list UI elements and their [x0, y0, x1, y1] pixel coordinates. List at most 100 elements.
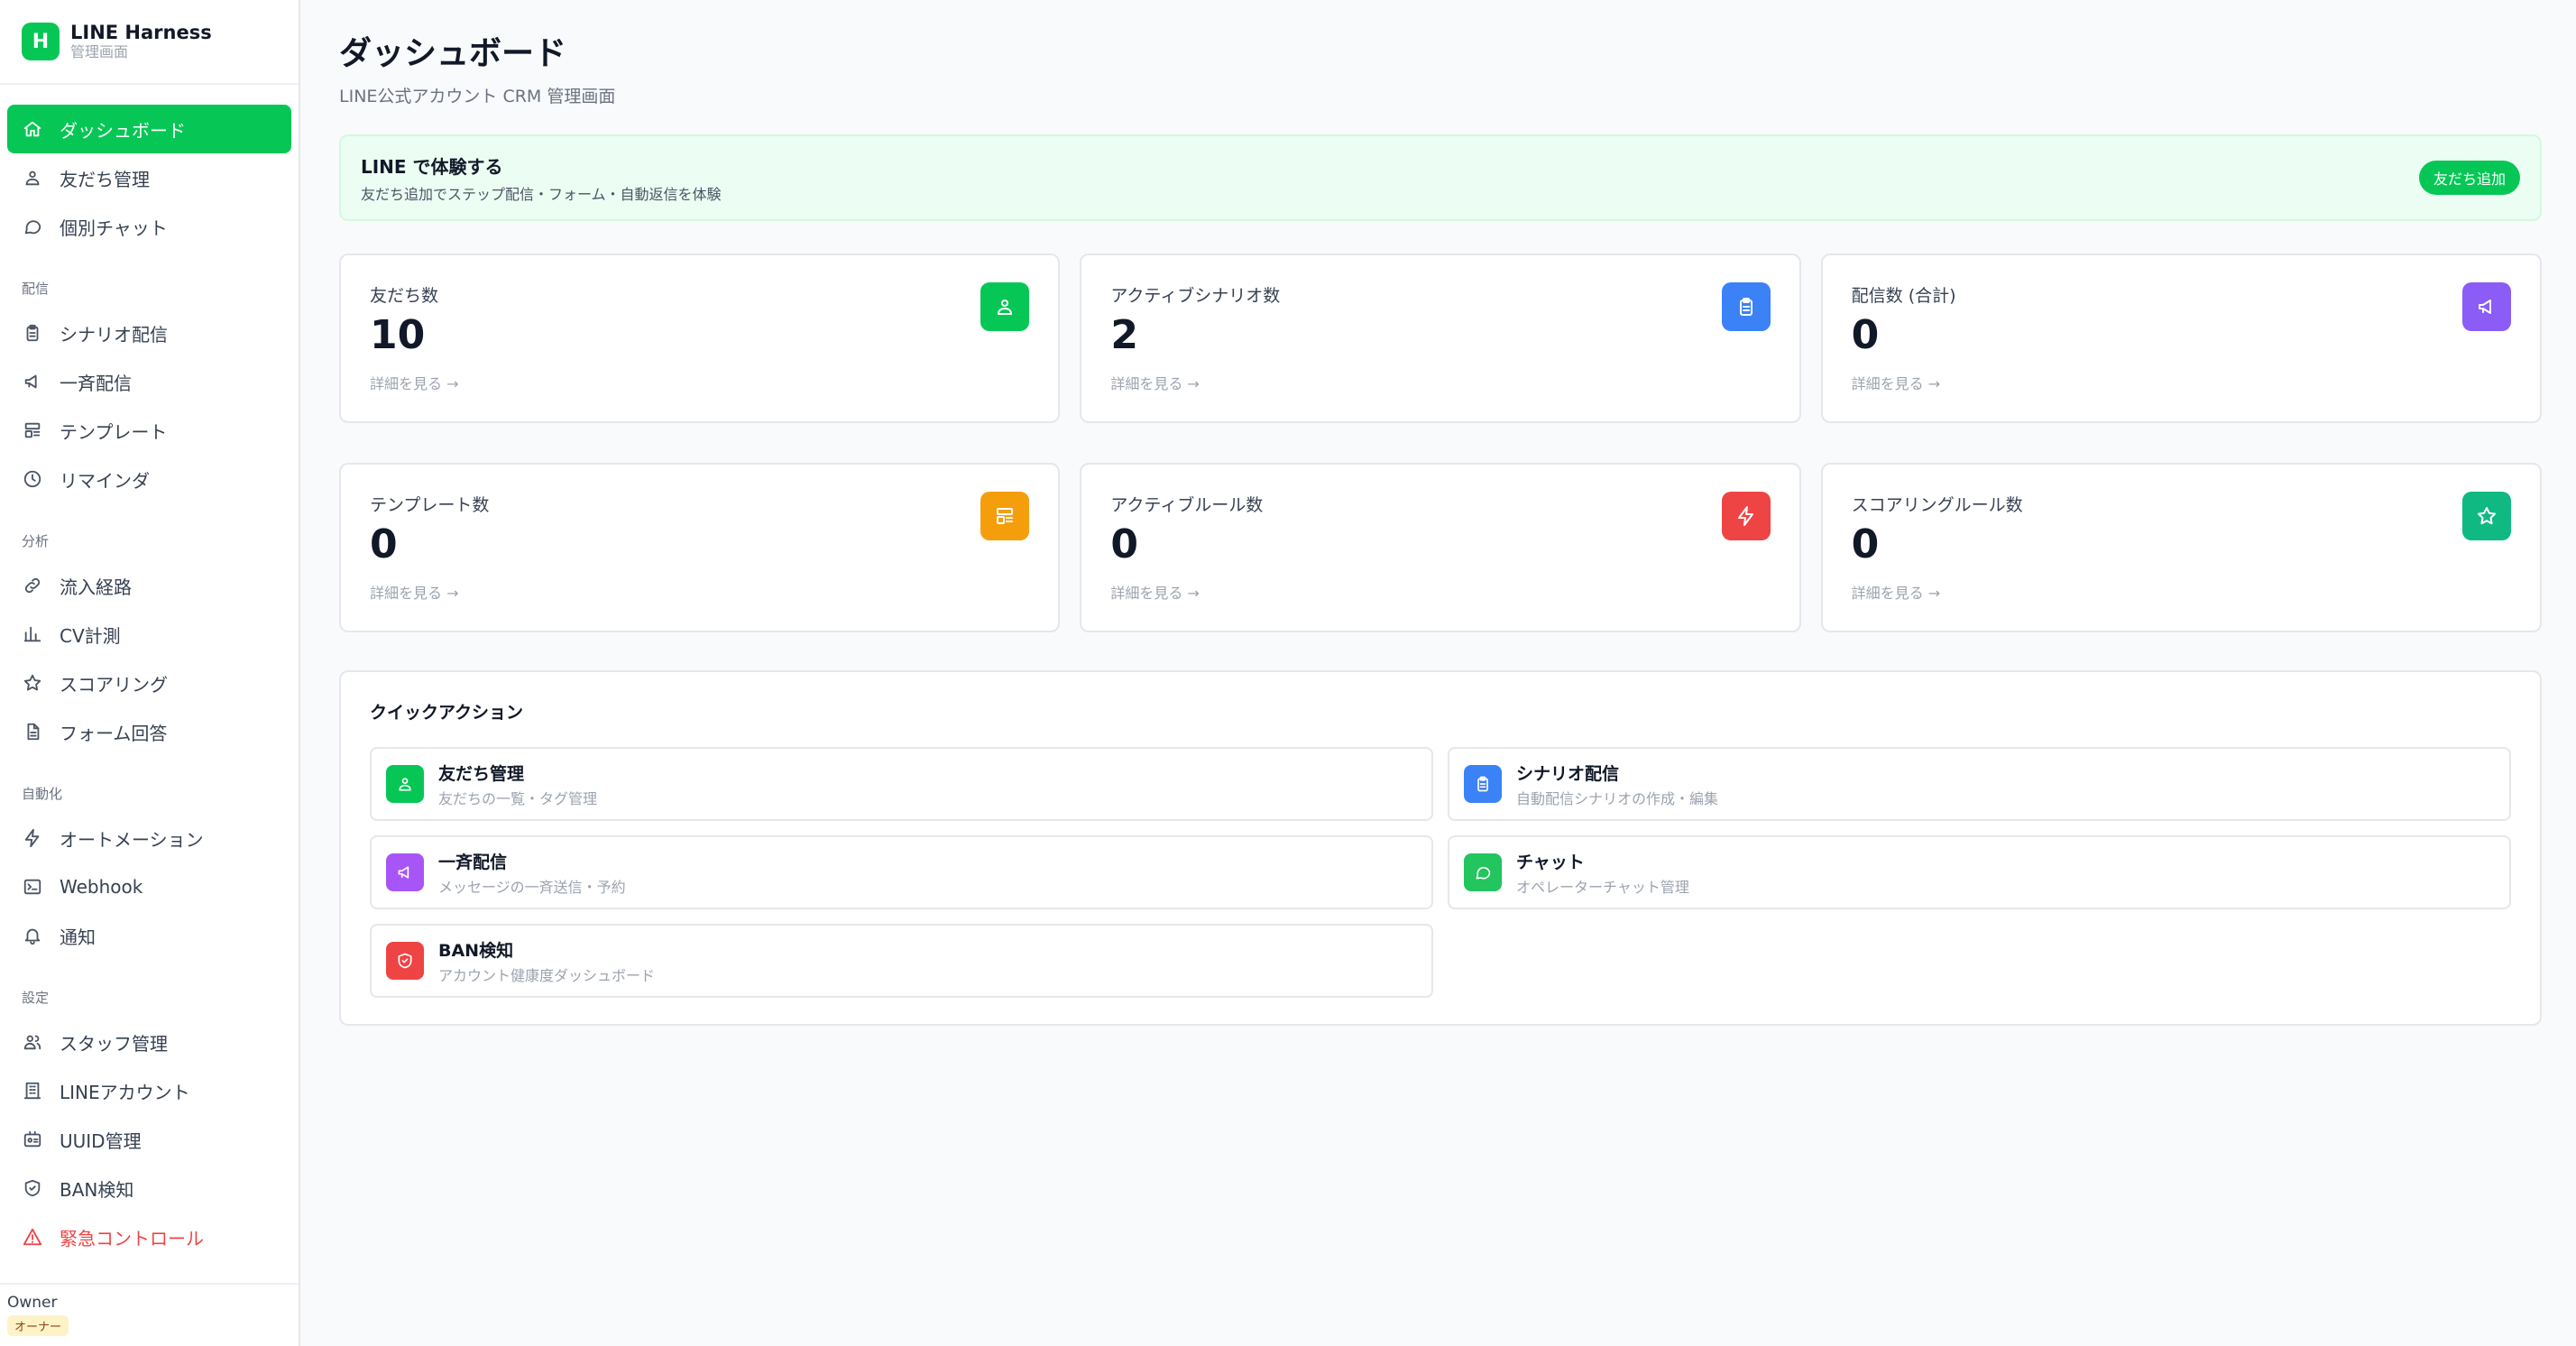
sidebar-item-label: スタッフ管理 [60, 1032, 168, 1055]
app-title: LINE Harness [70, 22, 212, 43]
details-link[interactable]: 詳細を見る → [370, 372, 1029, 393]
sidebar-item-home[interactable]: ダッシュボード [7, 105, 291, 153]
page-title: ダッシュボード [339, 35, 567, 72]
details-link[interactable]: 詳細を見る → [370, 581, 1029, 603]
clipboard-icon [1464, 765, 1502, 803]
clock-icon [22, 468, 43, 490]
role-badge: オーナー [7, 1315, 69, 1336]
details-link[interactable]: 詳細を見る → [1110, 581, 1770, 603]
sidebar-item-terminal[interactable]: Webhook [7, 862, 291, 911]
sidebar-item-staff[interactable]: スタッフ管理 [7, 1018, 291, 1066]
stat-label: スコアリングルール数 [1851, 495, 2023, 515]
sidebar-section-title: 自動化 [22, 786, 63, 802]
stat-card[interactable]: アクティブシナリオ数 2 詳細を見る → [1080, 254, 1801, 423]
quick-action-chat[interactable]: チャットオペレーターチャット管理 [1448, 835, 2511, 909]
stat-value: 0 [1851, 312, 1880, 358]
bar-chart-icon [22, 623, 43, 645]
sidebar-item-label: オートメーション [60, 828, 204, 851]
app-logo: H [22, 23, 60, 60]
document-icon [22, 721, 43, 742]
sidebar-item-users[interactable]: 友だち管理 [7, 153, 291, 202]
stat-card[interactable]: スコアリングルール数 0 詳細を見る → [1820, 463, 2542, 632]
quick-action-subtitle: 自動配信シナリオの作成・編集 [1516, 789, 1719, 807]
star-icon [2461, 492, 2511, 540]
stat-value: 0 [1110, 521, 1138, 567]
brand[interactable]: H LINE Harness 管理画面 [0, 0, 299, 85]
sidebar-item-shield[interactable]: BAN検知 [7, 1164, 291, 1212]
sidebar-item-label: Webhook [60, 876, 143, 898]
sidebar-item-label: 一斉配信 [60, 372, 132, 394]
sidebar-item-clipboard[interactable]: シナリオ配信 [7, 309, 291, 357]
sidebar-item-template[interactable]: テンプレート [7, 406, 291, 455]
link-icon [22, 575, 43, 596]
stat-label: 友だち数 [370, 286, 439, 306]
building-icon [22, 1080, 43, 1102]
sidebar-item-label: UUID管理 [60, 1129, 142, 1152]
bell-icon [22, 925, 43, 946]
details-link[interactable]: 詳細を見る → [1852, 372, 2511, 393]
quick-action-subtitle: 友だちの一覧・タグ管理 [438, 789, 598, 807]
stat-value: 10 [370, 312, 426, 358]
megaphone-icon [386, 853, 424, 891]
quick-action-users[interactable]: 友だち管理友だちの一覧・タグ管理 [370, 747, 1433, 821]
sidebar-item-bar-chart[interactable]: CV計測 [7, 610, 291, 659]
sidebar-item-label: 緊急コントロール [60, 1227, 204, 1249]
details-link[interactable]: 詳細を見る → [1852, 581, 2511, 603]
sidebar-item-warning[interactable]: 緊急コントロール [7, 1212, 291, 1261]
stat-card[interactable]: 配信数 (合計) 0 詳細を見る → [1820, 254, 2542, 423]
quick-action-clipboard[interactable]: シナリオ配信自動配信シナリオの作成・編集 [1448, 747, 2511, 821]
sidebar-item-label: フォーム回答 [60, 722, 168, 744]
quick-action-title: チャット [1516, 852, 1585, 872]
terminal-icon [22, 876, 43, 898]
sidebar-section-title: 分析 [22, 533, 50, 549]
sidebar-item-label: 個別チャット [60, 217, 168, 239]
sidebar-item-bell[interactable]: 通知 [7, 911, 291, 960]
sidebar-item-label: 流入経路 [60, 576, 132, 598]
megaphone-icon [22, 371, 43, 392]
add-friend-button[interactable]: 友だち追加 [2418, 161, 2520, 195]
owner-name: Owner [7, 1294, 58, 1312]
template-icon [22, 419, 43, 441]
sidebar-item-document[interactable]: フォーム回答 [7, 707, 291, 756]
sidebar-item-id-card[interactable]: UUID管理 [7, 1115, 291, 1164]
sidebar-item-label: LINEアカウント [60, 1081, 190, 1103]
sidebar-item-link[interactable]: 流入経路 [7, 561, 291, 610]
users-icon [386, 765, 424, 803]
sidebar-item-clock[interactable]: リマインダ [7, 455, 291, 503]
owner-info[interactable]: Owner オーナー [0, 1283, 299, 1346]
sidebar-item-building[interactable]: LINEアカウント [7, 1066, 291, 1115]
quick-action-title: シナリオ配信 [1516, 763, 1620, 784]
quick-action-megaphone[interactable]: 一斉配信 メッセージの一斉送信・予約 [370, 835, 1433, 909]
quick-actions-title: クイックアクション [370, 703, 524, 723]
clipboard-icon [22, 322, 43, 344]
sidebar-item-star[interactable]: スコアリング [7, 659, 291, 707]
sidebar-section-title: 設定 [22, 990, 50, 1006]
users-icon [22, 167, 43, 189]
stat-value: 2 [1110, 312, 1138, 358]
warning-icon [22, 1226, 43, 1248]
stat-card[interactable]: テンプレート数 0 詳細を見る → [339, 463, 1061, 632]
page-subtitle: LINE公式アカウント CRM 管理画面 [339, 87, 616, 106]
sidebar-item-chat[interactable]: 個別チャット [7, 202, 291, 251]
stat-card[interactable]: 友だち数 10 詳細を見る → [339, 254, 1061, 423]
sidebar-item-megaphone[interactable]: 一斉配信 [7, 357, 291, 406]
quick-action-subtitle: オペレーターチャット管理 [1516, 878, 1689, 896]
quick-action-shield[interactable]: BAN検知 アカウント健康度ダッシュボード [370, 924, 1433, 998]
quick-action-title: BAN検知 [438, 940, 514, 961]
stat-value: 0 [1851, 521, 1880, 567]
sidebar-item-label: テンプレート [60, 420, 168, 443]
banner-subtitle: 友だち追加でステップ配信・フォーム・自動返信を体験 [361, 185, 722, 203]
shield-icon [386, 942, 424, 980]
home-icon [22, 118, 43, 140]
sidebar: H LINE Harness 管理画面 ダッシュボード 友だち管理 個別チャット 配信… [0, 0, 300, 1346]
quick-action-title: 友だち管理 [438, 763, 525, 784]
stat-value: 0 [370, 521, 398, 567]
shield-icon [22, 1177, 43, 1199]
stat-label: テンプレート数 [370, 495, 490, 515]
quick-action-title: 一斉配信 [438, 852, 508, 872]
chat-icon [1464, 853, 1502, 891]
banner-title: LINE で体験する [361, 155, 503, 178]
stat-card[interactable]: アクティブルール数 0 詳細を見る → [1080, 463, 1801, 632]
sidebar-item-bolt[interactable]: オートメーション [7, 814, 291, 862]
details-link[interactable]: 詳細を見る → [1110, 372, 1770, 393]
